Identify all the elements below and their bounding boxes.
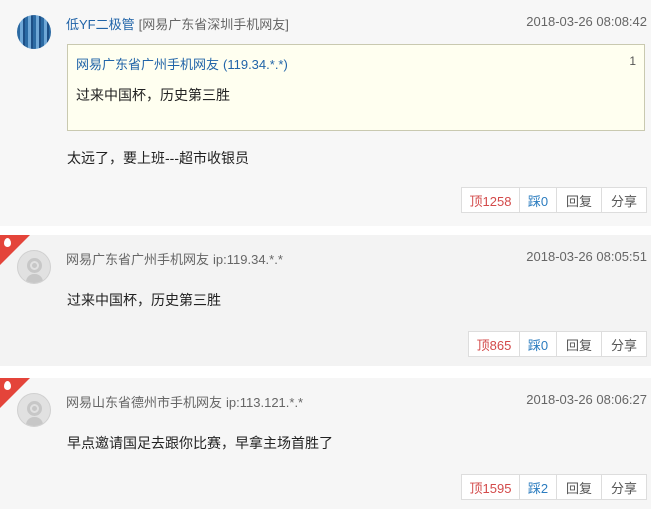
comment-meta: 网易山东省德州市手机网友 ip:113.121.*.*: [66, 392, 303, 411]
user-icon-dot: [32, 406, 37, 411]
user-ip: ip:113.121.*.*: [226, 395, 304, 410]
comment-item: 低YF二极管 [网易广东省深圳手机网友] 2018-03-26 08:08:42 …: [0, 0, 651, 226]
share-button[interactable]: 分享: [601, 331, 647, 357]
comment-actions: 顶1595 踩2 回复 分享: [461, 474, 647, 500]
quote-user[interactable]: 网易广东省广州手机网友: [76, 57, 219, 72]
comment-time: 2018-03-26 08:08:42: [526, 14, 647, 29]
quote-meta: 网易广东省广州手机网友 (119.34.*.*): [76, 54, 288, 73]
comment-item: 网易广东省广州手机网友 ip:119.34.*.* 2018-03-26 08:0…: [0, 235, 651, 366]
user-location: 网易广东省广州手机网友: [66, 252, 210, 267]
upvote-button[interactable]: 顶865: [468, 331, 520, 357]
comment-meta: 网易广东省广州手机网友 ip:119.34.*.*: [66, 249, 283, 268]
user-icon-body: [26, 274, 43, 283]
user-ip: ip:119.34.*.*: [213, 252, 283, 267]
reply-button[interactable]: 回复: [556, 187, 602, 213]
upvote-button[interactable]: 顶1595: [461, 474, 520, 500]
comment-actions: 顶865 踩0 回复 分享: [468, 331, 647, 357]
comment-meta: 低YF二极管 [网易广东省深圳手机网友]: [66, 14, 289, 33]
user-icon-dot: [32, 263, 37, 268]
comment-time: 2018-03-26 08:06:27: [526, 392, 647, 407]
quote-text: 过来中国杯，历史第三胜: [76, 87, 230, 103]
default-avatar[interactable]: [17, 393, 51, 427]
quote-ip: (119.34.*.*): [223, 57, 288, 72]
comment-text: 过来中国杯，历史第三胜: [67, 292, 221, 308]
comment-item: 网易山东省德州市手机网友 ip:113.121.*.* 2018-03-26 08…: [0, 378, 651, 509]
avatar[interactable]: [17, 15, 51, 49]
share-button[interactable]: 分享: [601, 187, 647, 213]
user-location: [网易广东省深圳手机网友]: [138, 17, 289, 32]
reply-button[interactable]: 回复: [556, 331, 602, 357]
downvote-button[interactable]: 踩2: [519, 474, 557, 500]
comment-actions: 顶1258 踩0 回复 分享: [461, 187, 647, 213]
quote-floor-number: 1: [629, 54, 636, 68]
comment-text: 太远了，要上班---超市收银员: [67, 150, 249, 166]
share-button[interactable]: 分享: [601, 474, 647, 500]
reply-button[interactable]: 回复: [556, 474, 602, 500]
comment-time: 2018-03-26 08:05:51: [526, 249, 647, 264]
user-location: 网易山东省德州市手机网友: [66, 395, 223, 410]
flame-icon: [4, 381, 11, 390]
flame-icon: [4, 238, 11, 247]
downvote-button[interactable]: 踩0: [519, 187, 557, 213]
username-link[interactable]: 低YF二极管: [66, 17, 135, 32]
comment-text: 早点邀请国足去跟你比赛，早拿主场首胜了: [67, 435, 333, 451]
user-icon-body: [26, 417, 43, 426]
downvote-button[interactable]: 踩0: [519, 331, 557, 357]
default-avatar[interactable]: [17, 250, 51, 284]
upvote-button[interactable]: 顶1258: [461, 187, 520, 213]
quoted-comment: 网易广东省广州手机网友 (119.34.*.*) 1 过来中国杯，历史第三胜: [67, 44, 645, 131]
